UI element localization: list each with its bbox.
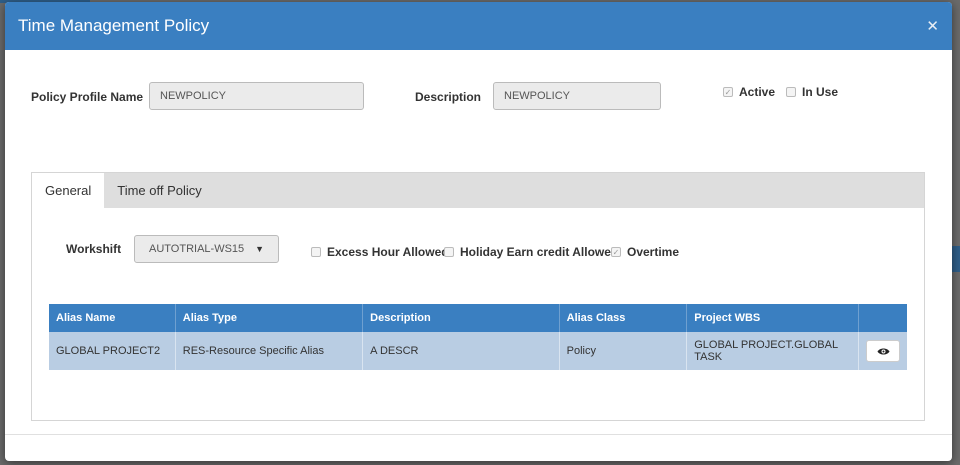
modal-footer-divider <box>5 434 952 435</box>
checkbox-empty-icon <box>786 87 796 97</box>
modal-header: Time Management Policy ✕ <box>5 2 952 50</box>
cell-alias-type: RES-Resource Specific Alias <box>175 332 364 370</box>
cell-project-wbs: GLOBAL PROJECT.GLOBAL TASK <box>686 332 859 370</box>
modal-title: Time Management Policy <box>18 16 210 35</box>
tab-bar: General Time off Policy <box>32 173 924 208</box>
holiday-credit-label: Holiday Earn credit Allowed <box>460 245 619 259</box>
cell-description: A DESCR <box>362 332 560 370</box>
checkbox-empty-icon <box>311 247 321 257</box>
workshift-value: AUTOTRIAL-WS15 <box>149 243 245 255</box>
checkmark-icon: ✓ <box>611 247 621 257</box>
eye-icon <box>877 348 889 354</box>
checkmark-icon: ✓ <box>723 87 733 97</box>
description-label: Description <box>415 90 482 104</box>
column-header-alias-name[interactable]: Alias Name <box>49 304 176 332</box>
in-use-checkbox[interactable]: In Use <box>786 85 838 99</box>
profile-name-label: Policy Profile Name <box>31 90 144 104</box>
close-icon[interactable]: ✕ <box>926 17 939 35</box>
column-header-alias-type[interactable]: Alias Type <box>175 304 364 332</box>
tabs-panel: General Time off Policy Workshift AUTOTR… <box>31 172 925 421</box>
overtime-checkbox[interactable]: ✓ Overtime <box>611 245 679 259</box>
column-header-alias-class[interactable]: Alias Class <box>559 304 688 332</box>
table-row[interactable]: GLOBAL PROJECT2 RES-Resource Specific Al… <box>49 332 907 370</box>
cell-alias-name: GLOBAL PROJECT2 <box>49 332 176 370</box>
column-header-description[interactable]: Description <box>362 304 560 332</box>
cell-alias-class: Policy <box>559 332 688 370</box>
cell-actions <box>858 332 907 370</box>
alias-table: Alias Name Alias Type Description Alias … <box>49 304 907 370</box>
column-header-project-wbs[interactable]: Project WBS <box>686 304 859 332</box>
tab-general[interactable]: General <box>32 173 105 208</box>
active-checkbox[interactable]: ✓ Active <box>723 85 775 99</box>
active-label: Active <box>739 85 776 99</box>
policy-modal: Time Management Policy ✕ Policy Profile … <box>5 2 952 461</box>
excess-hour-label: Excess Hour Allowed <box>327 245 449 259</box>
chevron-down-icon: ▼ <box>255 244 264 254</box>
workshift-label: Workshift <box>66 242 122 256</box>
column-header-actions <box>858 304 907 332</box>
overtime-label: Overtime <box>627 245 680 259</box>
table-header-row: Alias Name Alias Type Description Alias … <box>49 304 907 332</box>
excess-hour-checkbox[interactable]: Excess Hour Allowed <box>311 245 449 259</box>
workshift-select[interactable]: AUTOTRIAL-WS15 ▼ <box>134 235 279 263</box>
tab-time-off-policy[interactable]: Time off Policy <box>104 173 215 208</box>
profile-name-input[interactable] <box>149 82 364 110</box>
view-button[interactable] <box>866 340 900 362</box>
description-input[interactable] <box>493 82 661 110</box>
holiday-credit-checkbox[interactable]: Holiday Earn credit Allowed <box>444 245 618 259</box>
in-use-label: In Use <box>802 85 839 99</box>
checkbox-empty-icon <box>444 247 454 257</box>
